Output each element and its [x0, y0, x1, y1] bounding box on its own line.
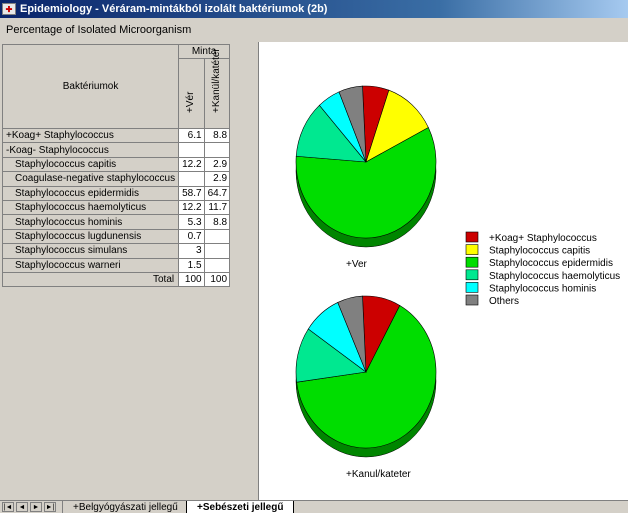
pie-title: +Ver	[346, 259, 368, 270]
legend-label: Others	[489, 296, 519, 307]
pie-title: +Kanul/kateter	[346, 469, 411, 480]
legend-label: Staphylococcus haemolyticus	[489, 271, 620, 282]
table-cell[interactable]	[203, 228, 231, 245]
row-label[interactable]: Staphylococcus simulans	[1, 243, 180, 259]
legend-swatch	[465, 282, 479, 293]
table-row: Staphylococcus lugdunensis 0.7	[1, 228, 231, 245]
legend-swatch	[465, 294, 479, 306]
table-cell[interactable]	[203, 142, 231, 158]
row-header: Baktériumok	[1, 44, 180, 129]
row-label[interactable]: Staphylococcus haemolyticus	[1, 199, 180, 216]
table-row: -Koag- Staphylococcus	[1, 142, 231, 158]
legend-swatch	[465, 269, 479, 281]
legend-swatch	[465, 244, 479, 255]
row-label[interactable]: Staphylococcus hominis	[1, 214, 180, 230]
report-subtitle: Percentage of Isolated Microorganism	[6, 24, 192, 36]
table-row: Staphylococcus hominis 5.3 8.8	[1, 214, 231, 230]
total-label: Total	[1, 271, 180, 288]
table-cell[interactable]	[203, 243, 231, 259]
row-label[interactable]: Staphylococcus capitis	[1, 156, 180, 173]
pie-charts: +Ver +Kanul/kateter +Koag+ Staphylococcus S…	[295, 85, 620, 480]
table-cell[interactable]: 64.7	[203, 185, 231, 201]
crosstab-table: Baktériumok Minta +Vér +Kanül/katéter +K…	[1, 44, 231, 288]
legend-label: Staphylococcus epidermidis	[489, 258, 613, 269]
prev-sheet-button[interactable]: ◄	[16, 502, 28, 512]
legend-swatch	[465, 256, 479, 268]
total-row: Total 100 100	[1, 271, 231, 288]
column-header-kanul[interactable]: +Kanül/katéter	[203, 48, 231, 129]
total-cell: 100	[203, 271, 231, 288]
table-row: +Koag+ Staphylococcus 6.1 8.8	[1, 127, 231, 144]
row-label[interactable]: Staphylococcus epidermidis	[1, 185, 180, 201]
crosstab-panel: Baktériumok Minta +Vér +Kanül/katéter +K…	[0, 42, 254, 500]
next-sheet-button[interactable]: ►	[30, 502, 42, 512]
table-cell[interactable]: 1.5	[178, 257, 205, 273]
table-cell[interactable]: 3	[178, 243, 205, 259]
table-cell[interactable]: 12.2	[178, 156, 205, 173]
row-label[interactable]: Staphylococcus lugdunensis	[1, 228, 180, 245]
table-cell[interactable]: 6.1	[178, 127, 205, 144]
table-cell[interactable]: 58.7	[178, 185, 205, 201]
legend-label: Staphylococcus hominis	[489, 283, 596, 294]
table-cell[interactable]	[178, 142, 205, 158]
title-bar: ✚ Epidemiology - Véráram-mintákból izolá…	[0, 0, 628, 18]
last-sheet-button[interactable]: ►|	[44, 502, 56, 512]
table-cell[interactable]	[178, 171, 205, 187]
table-cell[interactable]: 2.9	[203, 171, 231, 187]
tab-belgyogyaszati[interactable]: +Belgyógyászati jellegű	[62, 501, 189, 513]
row-label[interactable]: +Koag+ Staphylococcus	[1, 127, 180, 144]
table-cell[interactable]: 8.8	[203, 127, 231, 144]
window-title: Epidemiology - Véráram-mintákból izolált…	[20, 3, 328, 15]
legend-swatch	[465, 231, 479, 243]
first-sheet-button[interactable]: |◄	[2, 502, 14, 512]
tab-sebeszeti[interactable]: +Sebészeti jellegű	[186, 501, 295, 513]
table-cell[interactable]: 2.9	[203, 156, 231, 173]
table-cell[interactable]: 11.7	[203, 199, 231, 216]
table-row: Staphylococcus capitis 12.2 2.9	[1, 156, 231, 173]
table-cell[interactable]: 12.2	[178, 199, 205, 216]
table-row: Coagulase-negative staphylococcus 2.9	[1, 171, 231, 187]
table-cell[interactable]: 0.7	[178, 228, 205, 245]
row-label[interactable]: -Koag- Staphylococcus	[1, 142, 180, 158]
legend-label: Staphylococcus capitis	[489, 246, 590, 257]
table-cell[interactable]: 5.3	[178, 214, 205, 230]
total-cell: 100	[178, 271, 205, 288]
table-cell[interactable]: 8.8	[203, 214, 231, 230]
column-header-ver[interactable]: +Vér	[178, 58, 205, 129]
table-row: Staphylococcus warneri 1.5	[1, 257, 231, 273]
table-row: Staphylococcus simulans 3	[1, 243, 231, 259]
chart-panel: +Ver +Kanul/kateter +Koag+ Staphylococcus S…	[258, 42, 628, 500]
sheet-tab-bar: |◄ ◄ ► ►| +Belgyógyászati jellegű +Sebés…	[0, 500, 628, 513]
table-cell[interactable]	[203, 257, 231, 273]
table-row: Staphylococcus epidermidis 58.7 64.7	[1, 185, 231, 201]
table-row: Staphylococcus haemolyticus 12.2 11.7	[1, 199, 231, 216]
row-label[interactable]: Coagulase-negative staphylococcus	[1, 171, 180, 187]
app-icon: ✚	[2, 3, 16, 15]
row-label[interactable]: Staphylococcus warneri	[1, 257, 180, 273]
legend-label: +Koag+ Staphylococcus	[489, 233, 597, 244]
